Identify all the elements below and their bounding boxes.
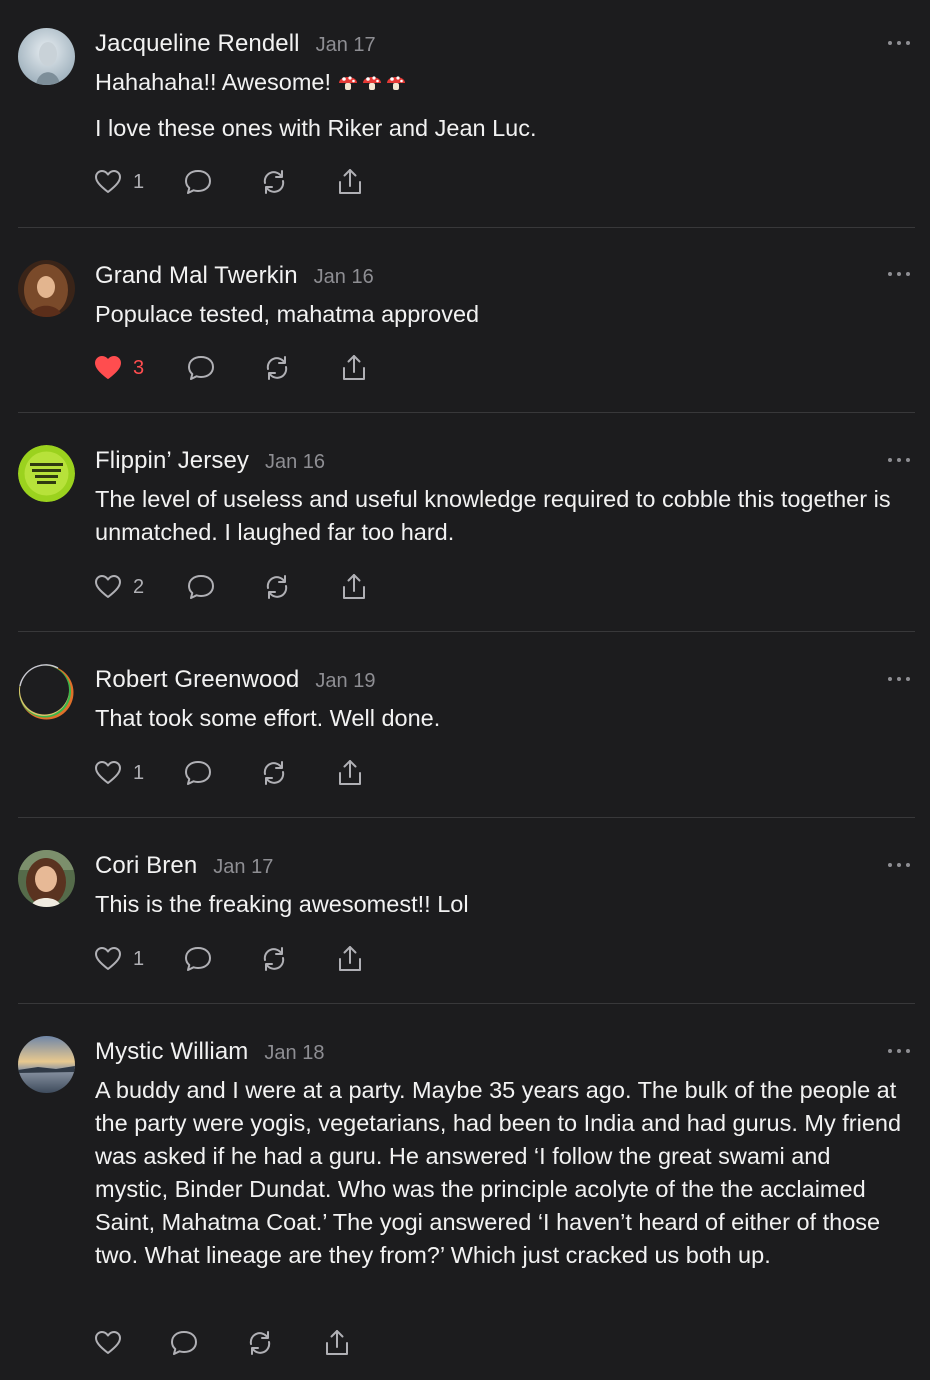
like-count: 3 [133,356,145,379]
comment-bubble-icon [188,575,214,599]
heart-icon [95,170,121,193]
share-icon [343,574,365,599]
avatar[interactable] [18,664,75,721]
comment: Flippin’ Jersey Jan 16 The level of usel… [0,413,930,632]
comment-body: Hahahaha!! Awesome! I love these ones wi… [95,66,908,145]
comment: Robert Greenwood Jan 19 That took some e… [0,632,930,818]
share-icon [339,946,361,971]
comment-body: Populace tested, mahatma approved [95,298,908,331]
more-options-icon[interactable] [888,1046,910,1056]
like-count: 1 [133,947,145,970]
reply-button[interactable] [183,167,259,197]
comment-date[interactable]: Jan 17 [316,34,376,57]
comment-bubble-icon [188,356,214,380]
comment-paragraph: Populace tested, mahatma approved [95,301,480,327]
restack-button[interactable] [259,758,335,788]
comment-body: That took some effort. Well done. [95,702,908,735]
comment-date[interactable]: Jan 18 [264,1042,324,1065]
comment-body: The level of useless and useful knowledg… [95,483,908,549]
author-name[interactable]: Mystic William [95,1038,248,1066]
comment-paragraph: That took some effort. Well done. [95,705,441,731]
comment-date[interactable]: Jan 16 [265,451,325,474]
author-name[interactable]: Flippin’ Jersey [95,447,249,475]
share-button[interactable] [322,1328,352,1358]
comment-paragraph: Hahahaha!! Awesome! [95,69,332,95]
avatar[interactable] [18,28,75,85]
reply-button[interactable] [186,353,262,383]
like-button[interactable] [93,1328,169,1358]
share-icon [339,760,361,785]
reply-button[interactable] [186,572,262,602]
restack-button[interactable] [259,944,335,974]
comment-bubble-icon [171,1331,197,1355]
like-count: 1 [133,761,145,784]
like-button[interactable]: 1 [93,944,183,974]
restack-button[interactable] [262,572,339,602]
restack-icon [263,947,285,971]
heart-filled-icon [95,356,121,379]
reply-button[interactable] [183,758,259,788]
author-name[interactable]: Jacqueline Rendell [95,30,300,58]
comment-date[interactable]: Jan 19 [315,670,375,693]
more-options-icon[interactable] [888,674,910,684]
heart-icon [95,947,121,970]
like-button[interactable]: 2 [93,572,186,602]
reply-button[interactable] [183,944,259,974]
comment: Mystic William Jan 18 A buddy and I were… [0,1004,930,1380]
restack-icon [266,575,288,599]
comment-paragraph: I love these ones with Riker and Jean Lu… [95,115,537,141]
share-button[interactable] [339,353,369,383]
comment-bubble-icon [185,761,211,785]
author-name[interactable]: Grand Mal Twerkin [95,262,298,290]
restack-button[interactable] [259,167,335,197]
avatar[interactable] [18,445,75,502]
restack-button[interactable] [245,1328,322,1358]
share-button[interactable] [335,944,365,974]
comment: Cori Bren Jan 17 This is the freaking aw… [0,818,930,1004]
comment-paragraph: The level of useless and useful knowledg… [95,486,891,545]
like-button[interactable]: 1 [93,758,183,788]
comment-thread: Jacqueline Rendell Jan 17 Hahahaha!! Awe… [0,0,930,1380]
more-options-icon[interactable] [888,269,910,279]
comment-bubble-icon [185,947,211,971]
more-options-icon[interactable] [888,38,910,48]
like-button[interactable]: 3 [93,353,186,383]
comment-body: This is the freaking awesomest!! Lol [95,888,908,921]
comment-date[interactable]: Jan 16 [314,266,374,289]
author-name[interactable]: Robert Greenwood [95,666,299,694]
share-button[interactable] [335,758,365,788]
heart-icon [95,761,121,784]
more-options-icon[interactable] [888,860,910,870]
mushroom-emoji-icon [337,71,407,93]
comment-bubble-icon [185,170,211,194]
restack-icon [263,170,285,194]
share-icon [343,355,365,380]
share-button[interactable] [339,572,369,602]
comment: Jacqueline Rendell Jan 17 Hahahaha!! Awe… [0,0,930,228]
author-name[interactable]: Cori Bren [95,852,197,880]
like-count: 2 [133,575,145,598]
restack-icon [266,356,288,380]
comment-paragraph: A buddy and I were at a party. Maybe 35 … [95,1077,902,1268]
share-icon [326,1330,348,1355]
comment: Grand Mal Twerkin Jan 16 Populace tested… [0,228,930,413]
more-options-icon[interactable] [888,455,910,465]
avatar[interactable] [18,850,75,907]
avatar[interactable] [18,260,75,317]
restack-icon [249,1331,271,1355]
heart-icon [95,575,121,598]
heart-icon [95,1331,121,1354]
reply-button[interactable] [169,1328,245,1358]
avatar[interactable] [18,1036,75,1093]
like-button[interactable]: 1 [93,167,183,197]
like-count: 1 [133,170,145,193]
restack-button[interactable] [262,353,339,383]
comment-body: A buddy and I were at a party. Maybe 35 … [95,1074,908,1272]
share-button[interactable] [335,167,365,197]
comment-date[interactable]: Jan 17 [213,856,273,879]
share-icon [339,169,361,194]
comment-paragraph: This is the freaking awesomest!! Lol [95,891,469,917]
restack-icon [263,761,285,785]
